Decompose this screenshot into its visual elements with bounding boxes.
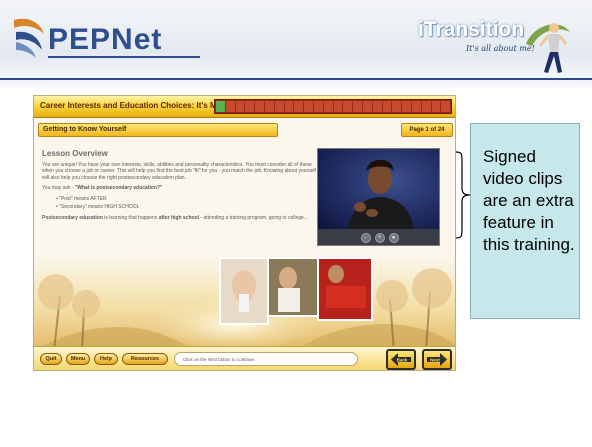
next-button[interactable]: Next xyxy=(422,349,452,370)
progress-segment xyxy=(235,101,245,112)
progress-segment xyxy=(264,101,274,112)
sign-language-video-player[interactable]: - + ● xyxy=(317,148,440,246)
definition-end: - attending a training program, going to… xyxy=(199,214,308,221)
progress-segment xyxy=(216,101,225,112)
back-arrow-icon: Back xyxy=(391,353,411,366)
progress-segment xyxy=(402,101,411,112)
progress-segment xyxy=(343,101,353,112)
progress-segment xyxy=(411,101,421,112)
definition-mid: is learning that happens xyxy=(102,214,159,221)
lesson-heading: Lesson Overview xyxy=(42,149,108,158)
itransition-wordmark: iTransition xyxy=(418,18,525,41)
video-frame[interactable] xyxy=(318,149,439,229)
pepnet-logo: PEPNet xyxy=(10,12,210,62)
lesson-definition: Postsecondary education is learning that… xyxy=(42,215,318,222)
course-progress-bar xyxy=(214,99,452,114)
progress-segment xyxy=(362,101,372,112)
pepnet-underline xyxy=(48,56,200,58)
back-button[interactable]: Back xyxy=(386,349,416,370)
walking-figure-icon xyxy=(526,23,570,73)
list-item: • "Post" means AFTER xyxy=(56,195,107,202)
volume-down-button[interactable]: - xyxy=(360,233,371,243)
next-arrow-icon: Next xyxy=(427,353,447,366)
callout-text: Signed video clips are an extra feature … xyxy=(483,147,575,254)
pepnet-wordmark: PEPNet xyxy=(48,23,163,56)
video-controls: - + ● xyxy=(318,229,439,245)
pepnet-swoosh-icon xyxy=(14,18,44,58)
callout-box: Signed video clips are an extra feature … xyxy=(470,123,580,319)
list-item: • "Secondary" means HIGH SCHOOL xyxy=(56,204,140,210)
section-bar: Getting to Know Yourself Page 1 of 24 xyxy=(38,123,453,137)
course-title: Career Interests and Education Choices: … xyxy=(40,101,243,110)
scenic-banner-image xyxy=(34,256,455,351)
quit-button[interactable]: Quit xyxy=(40,353,62,365)
course-screenshot: Career Interests and Education Choices: … xyxy=(33,95,456,371)
lesson-bullet-list: • "Post" means AFTER • "Secondary" means… xyxy=(56,196,318,211)
section-title: Getting to Know Yourself xyxy=(38,123,278,137)
signer-figure-icon xyxy=(348,159,414,229)
resources-button[interactable]: Resources xyxy=(122,353,168,365)
page-counter: Page 1 of 24 xyxy=(401,123,453,137)
svg-text:Next: Next xyxy=(430,358,440,363)
progress-segment xyxy=(294,101,304,112)
progress-segment xyxy=(431,101,441,112)
progress-segment xyxy=(304,101,313,112)
progress-segment xyxy=(353,101,362,112)
itransition-logo: iTransition It's all about me! xyxy=(412,14,572,80)
progress-segment xyxy=(225,101,235,112)
lesson-question: You may ask - "What is postsecondary edu… xyxy=(42,185,318,192)
lesson-overview: Lesson Overview You are unique! You have… xyxy=(42,149,318,251)
lesson-question-prefix: You may ask - xyxy=(42,185,75,191)
progress-segment xyxy=(392,101,402,112)
menu-button[interactable]: Menu xyxy=(66,353,90,365)
header-rule xyxy=(0,78,592,80)
lesson-question-text: "What is postsecondary education?" xyxy=(74,185,163,191)
course-footer: Quit Menu Help Resources Click on the Ne… xyxy=(34,346,455,370)
progress-segment xyxy=(323,101,333,112)
progress-segment xyxy=(313,101,323,112)
progress-segment xyxy=(441,101,451,112)
progress-segment xyxy=(382,101,392,112)
progress-segment xyxy=(274,101,284,112)
instruction-hint: Click on the Next button to continue. xyxy=(174,352,358,366)
progress-segment xyxy=(372,101,382,112)
slide-header: PEPNet iTransition It's all about me! xyxy=(0,0,592,88)
progress-segment xyxy=(245,101,255,112)
progress-segment xyxy=(333,101,343,112)
lesson-paragraph: You are unique! You have your own intere… xyxy=(42,161,316,181)
definition-bold: after high school xyxy=(158,214,200,221)
bullet-text: "Secondary" means HIGH SCHOOL xyxy=(59,204,140,210)
bullet-text: "Post" means AFTER xyxy=(59,195,107,202)
replay-button[interactable]: ● xyxy=(388,233,399,243)
volume-up-button[interactable]: + xyxy=(374,233,385,243)
help-button[interactable]: Help xyxy=(94,353,118,365)
progress-segment xyxy=(284,101,294,112)
progress-segment xyxy=(421,101,431,112)
course-title-bar: Career Interests and Education Choices: … xyxy=(34,96,455,118)
progress-segment xyxy=(255,101,264,112)
svg-text:Back: Back xyxy=(397,358,408,363)
definition-term: Postsecondary education xyxy=(42,214,103,221)
